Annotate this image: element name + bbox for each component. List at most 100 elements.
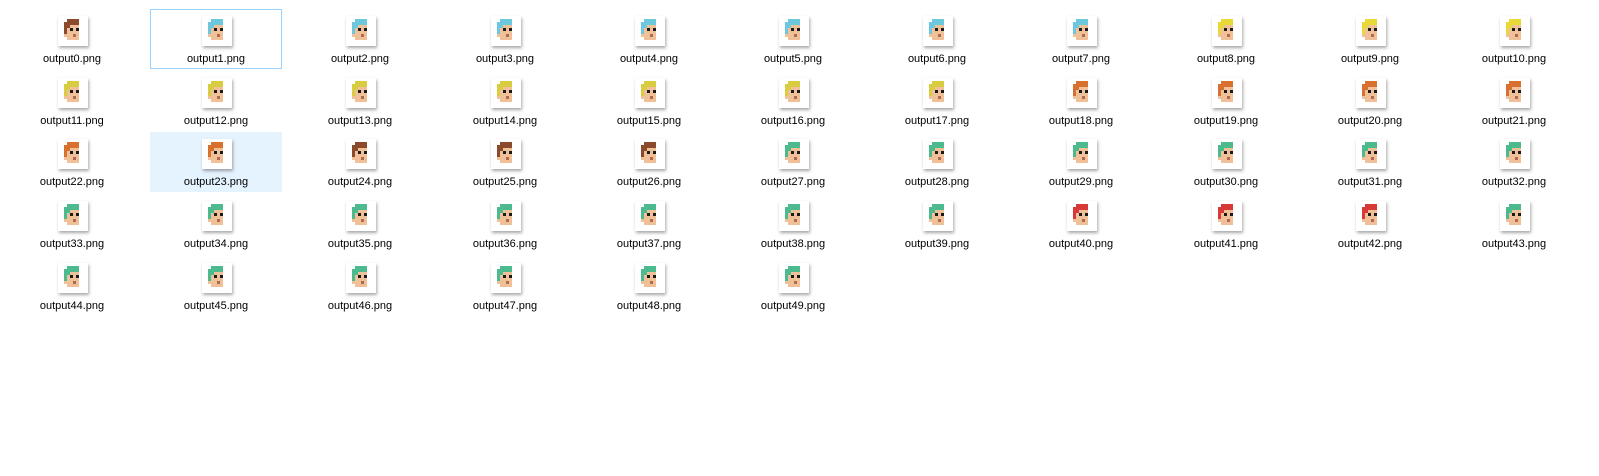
image-thumbnail-icon [923,78,953,108]
file-item-output9[interactable]: output9.png [1304,9,1436,69]
file-item-output12[interactable]: output12.png [150,71,282,131]
file-item-output42[interactable]: output42.png [1304,194,1436,254]
file-item-output49[interactable]: output49.png [727,256,859,316]
file-item-output24[interactable]: output24.png [294,132,426,192]
file-item-output2[interactable]: output2.png [294,9,426,69]
file-item-output46[interactable]: output46.png [294,256,426,316]
file-name-label: output25.png [472,176,538,188]
file-item-output22[interactable]: output22.png [6,132,138,192]
file-name-label: output19.png [1193,115,1259,127]
file-item-output4[interactable]: output4.png [583,9,715,69]
image-thumbnail-icon [1356,78,1386,108]
file-item-output38[interactable]: output38.png [727,194,859,254]
file-item-output21[interactable]: output21.png [1448,71,1580,131]
file-item-output6[interactable]: output6.png [871,9,1003,69]
file-name-label: output17.png [904,115,970,127]
image-thumbnail-icon [1067,139,1097,169]
file-item-output18[interactable]: output18.png [1015,71,1147,131]
file-name-label: output41.png [1193,238,1259,250]
file-name-label: output6.png [907,53,967,65]
file-name-label: output35.png [327,238,393,250]
file-name-label: output15.png [616,115,682,127]
file-name-label: output43.png [1481,238,1547,250]
file-item-output17[interactable]: output17.png [871,71,1003,131]
file-item-output39[interactable]: output39.png [871,194,1003,254]
file-item-output8[interactable]: output8.png [1160,9,1292,69]
file-name-label: output2.png [330,53,390,65]
file-item-output36[interactable]: output36.png [439,194,571,254]
file-name-label: output27.png [760,176,826,188]
image-thumbnail-icon [491,16,521,46]
image-thumbnail-icon [635,263,665,293]
file-item-output15[interactable]: output15.png [583,71,715,131]
image-thumbnail-icon [1500,16,1530,46]
file-name-label: output36.png [472,238,538,250]
file-item-output35[interactable]: output35.png [294,194,426,254]
file-name-label: output45.png [183,300,249,312]
file-item-output19[interactable]: output19.png [1160,71,1292,131]
file-name-label: output20.png [1337,115,1403,127]
file-name-label: output49.png [760,300,826,312]
file-item-output13[interactable]: output13.png [294,71,426,131]
file-item-output47[interactable]: output47.png [439,256,571,316]
image-thumbnail-icon [635,139,665,169]
file-name-label: output33.png [39,238,105,250]
file-name-label: output30.png [1193,176,1259,188]
image-thumbnail-icon [779,201,809,231]
file-item-output29[interactable]: output29.png [1015,132,1147,192]
file-name-label: output1.png [186,53,246,65]
image-thumbnail-icon [1212,78,1242,108]
image-thumbnail-icon [346,139,376,169]
file-item-output26[interactable]: output26.png [583,132,715,192]
image-thumbnail-icon [346,78,376,108]
image-thumbnail-icon [1212,16,1242,46]
file-item-output0[interactable]: output0.png [6,9,138,69]
image-thumbnail-icon [202,201,232,231]
file-item-output48[interactable]: output48.png [583,256,715,316]
image-thumbnail-icon [491,78,521,108]
image-thumbnail-icon [202,139,232,169]
file-name-label: output38.png [760,238,826,250]
file-item-output25[interactable]: output25.png [439,132,571,192]
file-item-output16[interactable]: output16.png [727,71,859,131]
image-thumbnail-icon [923,16,953,46]
file-name-label: output37.png [616,238,682,250]
file-item-output43[interactable]: output43.png [1448,194,1580,254]
file-item-output23[interactable]: output23.png [150,132,282,192]
file-name-label: output0.png [42,53,102,65]
file-item-output10[interactable]: output10.png [1448,9,1580,69]
file-item-output27[interactable]: output27.png [727,132,859,192]
file-item-output14[interactable]: output14.png [439,71,571,131]
file-name-label: output47.png [472,300,538,312]
file-item-output41[interactable]: output41.png [1160,194,1292,254]
file-item-output1[interactable]: output1.png [150,9,282,69]
file-name-label: output11.png [40,115,104,127]
file-item-output30[interactable]: output30.png [1160,132,1292,192]
file-item-output20[interactable]: output20.png [1304,71,1436,131]
file-item-output5[interactable]: output5.png [727,9,859,69]
file-name-label: output14.png [472,115,538,127]
file-item-output44[interactable]: output44.png [6,256,138,316]
image-thumbnail-icon [491,201,521,231]
file-item-output40[interactable]: output40.png [1015,194,1147,254]
file-name-label: output39.png [904,238,970,250]
image-thumbnail-icon [1067,78,1097,108]
file-item-output34[interactable]: output34.png [150,194,282,254]
file-item-output37[interactable]: output37.png [583,194,715,254]
file-name-label: output40.png [1048,238,1114,250]
file-name-label: output26.png [616,176,682,188]
file-item-output32[interactable]: output32.png [1448,132,1580,192]
image-thumbnail-icon [779,16,809,46]
file-item-output28[interactable]: output28.png [871,132,1003,192]
file-name-label: output5.png [763,53,823,65]
file-item-output45[interactable]: output45.png [150,256,282,316]
file-item-output11[interactable]: output11.png [6,71,138,131]
file-item-output33[interactable]: output33.png [6,194,138,254]
image-thumbnail-icon [58,201,88,231]
image-thumbnail-icon [1500,78,1530,108]
file-item-output3[interactable]: output3.png [439,9,571,69]
file-item-output7[interactable]: output7.png [1015,9,1147,69]
image-thumbnail-icon [779,139,809,169]
file-item-output31[interactable]: output31.png [1304,132,1436,192]
file-name-label: output42.png [1337,238,1403,250]
